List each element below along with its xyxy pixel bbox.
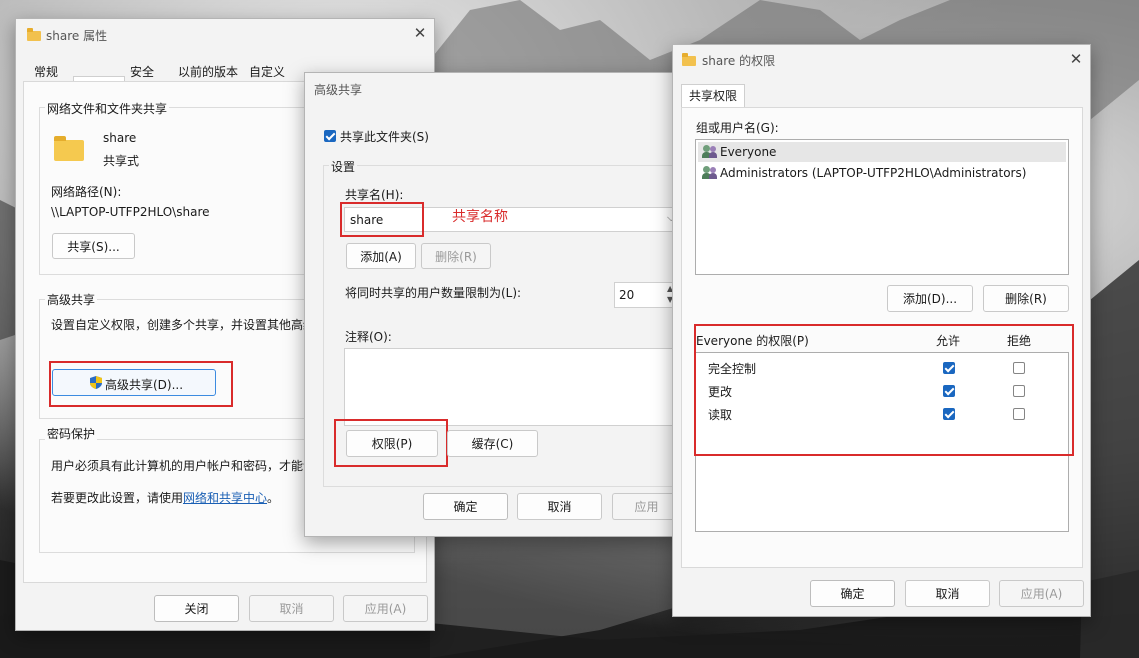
network-path-value: \\LAPTOP-UTFP2HLO\share <box>51 205 210 219</box>
share-folder-label: 共享此文件夹(S) <box>340 130 429 144</box>
user-item-everyone[interactable]: Everyone <box>698 142 1066 162</box>
password-change-prefix: 若要更改此设置，请使用 <box>51 491 184 505</box>
network-sharing-heading: 网络文件和文件夹共享 <box>45 100 170 117</box>
highlight-share-name <box>340 202 424 237</box>
network-path-label: 网络路径(N): <box>51 185 122 199</box>
close-icon[interactable]: ✕ <box>1068 51 1084 67</box>
password-change-hint: 若要更改此设置，请使用网络和共享中心。 <box>51 489 279 506</box>
window-title: 高级共享 <box>314 83 363 97</box>
cancel-button[interactable]: 取消 <box>249 595 334 622</box>
advanced-sharing-heading: 高级共享 <box>45 291 98 308</box>
tab-customize[interactable]: 自定义 <box>244 61 290 83</box>
apply-button[interactable]: 应用 <box>612 493 680 520</box>
advanced-sharing-description: 设置自定义权限，创建多个共享，并设置其他高级 <box>51 318 306 332</box>
user-name: Everyone <box>720 145 777 159</box>
ok-button[interactable]: 确定 <box>810 580 895 607</box>
highlight-permissions-table <box>694 324 1074 456</box>
remove-share-button[interactable]: 删除(R) <box>421 243 491 269</box>
apply-button[interactable]: 应用(A) <box>999 580 1084 607</box>
title-bar: 高级共享 <box>305 73 679 103</box>
share-folder-checkbox[interactable] <box>324 130 336 142</box>
tab-previous-versions[interactable]: 以前的版本 <box>173 61 243 83</box>
tab-share-permissions[interactable]: 共享权限 <box>681 84 745 109</box>
user-name: Administrators (LAPTOP-UTFP2HLO\Administ… <box>720 166 1027 180</box>
remove-user-button[interactable]: 删除(R) <box>983 285 1069 312</box>
user-item-administrators[interactable]: Administrators (LAPTOP-UTFP2HLO\Administ… <box>698 163 1066 183</box>
apply-button[interactable]: 应用(A) <box>343 595 428 622</box>
group-user-label: 组或用户名(G): <box>696 121 779 135</box>
comment-textarea[interactable] <box>344 348 681 426</box>
cancel-button[interactable]: 取消 <box>517 493 602 520</box>
comment-label: 注释(O): <box>345 330 392 344</box>
close-button[interactable]: 关闭 <box>154 595 239 622</box>
password-change-suffix: 。 <box>267 491 280 505</box>
add-share-button[interactable]: 添加(A) <box>346 243 416 269</box>
network-sharing-center-link[interactable]: 网络和共享中心 <box>183 491 267 505</box>
ok-button[interactable]: 确定 <box>423 493 508 520</box>
folder-icon <box>27 28 41 41</box>
password-protection-description: 用户必须具有此计算机的用户帐户和密码，才能访 <box>51 459 306 473</box>
share-name-label: 共享名(H): <box>345 188 404 202</box>
share-permissions-window: share 的权限 ✕ 共享权限 组或用户名(G): Everyone Admi… <box>672 44 1091 617</box>
folder-large-tab <box>54 136 66 141</box>
title-bar: share 属性 ✕ <box>16 19 434 49</box>
advanced-sharing-window: 高级共享 共享此文件夹(S) 设置 共享名(H): share ⌵ 共享名称 添… <box>304 72 682 537</box>
caching-button[interactable]: 缓存(C) <box>447 430 538 457</box>
user-limit-value: 20 <box>619 288 635 302</box>
tab-general[interactable]: 常规 <box>28 61 64 83</box>
password-protection-heading: 密码保护 <box>45 425 98 442</box>
folder-large-icon <box>54 140 84 161</box>
folder-name: share <box>103 131 137 145</box>
add-user-button[interactable]: 添加(D)... <box>887 285 973 312</box>
folder-share-state: 共享式 <box>103 154 140 168</box>
cancel-button[interactable]: 取消 <box>905 580 990 607</box>
folder-icon <box>682 53 696 66</box>
highlight-permissions <box>334 419 448 467</box>
tab-security[interactable]: 安全 <box>124 61 160 83</box>
settings-heading: 设置 <box>329 158 358 175</box>
title-bar: share 的权限 ✕ <box>673 45 1090 75</box>
user-limit-label: 将同时共享的用户数量限制为(L): <box>345 286 522 300</box>
share-name-annotation: 共享名称 <box>452 209 508 225</box>
highlight-advanced-sharing <box>49 361 233 407</box>
user-group-icon <box>702 145 718 159</box>
user-group-icon <box>702 166 718 180</box>
user-limit-spinner[interactable]: 20 ▲ ▼ <box>614 282 681 308</box>
window-title: share 的权限 <box>702 54 776 68</box>
window-title: share 属性 <box>46 29 108 43</box>
share-button[interactable]: 共享(S)... <box>52 233 135 259</box>
user-list: Everyone Administrators (LAPTOP-UTFP2HLO… <box>695 139 1069 275</box>
close-icon[interactable]: ✕ <box>412 25 428 41</box>
